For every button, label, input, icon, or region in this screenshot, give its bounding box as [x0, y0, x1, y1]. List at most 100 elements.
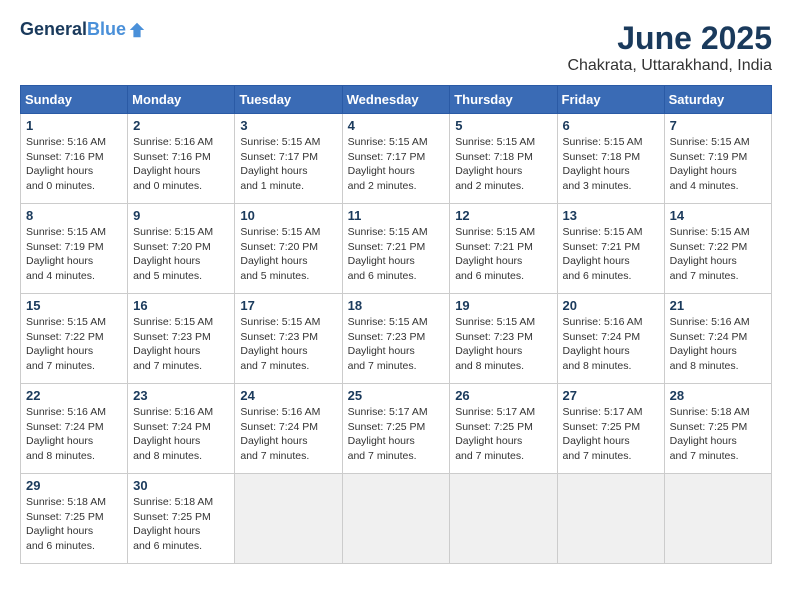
day-info: Sunrise: 5:17 AMSunset: 7:25 PMDaylight …: [348, 405, 445, 464]
calendar-day: 27 Sunrise: 5:17 AMSunset: 7:25 PMDayligh…: [557, 384, 664, 474]
day-number: 23: [133, 388, 229, 403]
calendar-day: 12 Sunrise: 5:15 AMSunset: 7:21 PMDayligh…: [450, 204, 557, 294]
day-number: 13: [563, 208, 659, 223]
calendar-day: 6Sunrise: 5:15 AMSunset: 7:18 PMDaylight…: [557, 114, 664, 204]
calendar-week-5: 29 Sunrise: 5:18 AMSunset: 7:25 PMDayligh…: [21, 474, 772, 564]
logo-text: GeneralBlue: [20, 20, 126, 40]
weekday-header-thursday: Thursday: [450, 86, 557, 114]
location-title: Chakrata, Uttarakhand, India: [567, 57, 772, 75]
day-number: 28: [670, 388, 766, 403]
calendar-day: 16Sunrise: 5:15 AMSunset: 7:23 PMDayligh…: [128, 294, 235, 384]
page-header: GeneralBlue June 2025 Chakrata, Uttarakh…: [20, 20, 772, 75]
day-info: Sunrise: 5:15 AMSunset: 7:21 PMDaylight …: [348, 225, 445, 284]
day-info: Sunrise: 5:16 AMSunset: 7:24 PMDaylight …: [563, 315, 659, 374]
calendar-day: 4 Sunrise: 5:15 AMSunset: 7:17 PMDaylight…: [342, 114, 450, 204]
month-title: June 2025: [567, 20, 772, 57]
calendar-day: 10Sunrise: 5:15 AMSunset: 7:20 PMDayligh…: [235, 204, 342, 294]
day-number: 24: [240, 388, 336, 403]
calendar-day: 15 Sunrise: 5:15 AMSunset: 7:22 PMDayligh…: [21, 294, 128, 384]
day-info: Sunrise: 5:15 AMSunset: 7:23 PMDaylight …: [240, 315, 336, 374]
day-number: 25: [348, 388, 445, 403]
calendar-table: SundayMondayTuesdayWednesdayThursdayFrid…: [20, 85, 772, 564]
calendar-day: 21 Sunrise: 5:16 AMSunset: 7:24 PMDayligh…: [664, 294, 771, 384]
day-number: 3: [240, 118, 336, 133]
day-number: 26: [455, 388, 551, 403]
calendar-day: [450, 474, 557, 564]
day-info: Sunrise: 5:15 AMSunset: 7:17 PMDaylight …: [348, 135, 445, 194]
title-area: June 2025 Chakrata, Uttarakhand, India: [567, 20, 772, 75]
logo: GeneralBlue: [20, 20, 146, 40]
day-info: Sunrise: 5:18 AMSunset: 7:25 PMDaylight …: [670, 405, 766, 464]
calendar-day: 25 Sunrise: 5:17 AMSunset: 7:25 PMDayligh…: [342, 384, 450, 474]
calendar-day: 11Sunrise: 5:15 AMSunset: 7:21 PMDayligh…: [342, 204, 450, 294]
day-number: 22: [26, 388, 122, 403]
day-number: 8: [26, 208, 122, 223]
calendar-day: 26 Sunrise: 5:17 AMSunset: 7:25 PMDayligh…: [450, 384, 557, 474]
day-number: 10: [240, 208, 336, 223]
day-info: Sunrise: 5:15 AMSunset: 7:23 PMDaylight …: [455, 315, 551, 374]
day-info: Sunrise: 5:15 AMSunset: 7:22 PMDaylight …: [670, 225, 766, 284]
weekday-header-sunday: Sunday: [21, 86, 128, 114]
day-info: Sunrise: 5:16 AMSunset: 7:24 PMDaylight …: [670, 315, 766, 374]
day-info: Sunrise: 5:15 AMSunset: 7:21 PMDaylight …: [563, 225, 659, 284]
day-number: 14: [670, 208, 766, 223]
day-info: Sunrise: 5:16 AMSunset: 7:24 PMDaylight …: [240, 405, 336, 464]
weekday-header-wednesday: Wednesday: [342, 86, 450, 114]
day-info: Sunrise: 5:17 AMSunset: 7:25 PMDaylight …: [563, 405, 659, 464]
day-number: 9: [133, 208, 229, 223]
day-info: Sunrise: 5:15 AMSunset: 7:17 PMDaylight …: [240, 135, 336, 194]
day-number: 16: [133, 298, 229, 313]
day-number: 20: [563, 298, 659, 313]
day-info: Sunrise: 5:15 AMSunset: 7:21 PMDaylight …: [455, 225, 551, 284]
day-number: 12: [455, 208, 551, 223]
calendar-day: [342, 474, 450, 564]
weekday-header-tuesday: Tuesday: [235, 86, 342, 114]
day-info: Sunrise: 5:15 AMSunset: 7:18 PMDaylight …: [455, 135, 551, 194]
day-number: 30: [133, 478, 229, 493]
day-info: Sunrise: 5:15 AMSunset: 7:22 PMDaylight …: [26, 315, 122, 374]
calendar-week-1: 1 Sunrise: 5:16 AMSunset: 7:16 PMDaylight…: [21, 114, 772, 204]
day-info: Sunrise: 5:16 AMSunset: 7:16 PMDaylight …: [26, 135, 122, 194]
calendar-week-3: 15 Sunrise: 5:15 AMSunset: 7:22 PMDayligh…: [21, 294, 772, 384]
calendar-header-row: SundayMondayTuesdayWednesdayThursdayFrid…: [21, 86, 772, 114]
day-info: Sunrise: 5:15 AMSunset: 7:19 PMDaylight …: [670, 135, 766, 194]
calendar-day: 13 Sunrise: 5:15 AMSunset: 7:21 PMDayligh…: [557, 204, 664, 294]
day-number: 17: [240, 298, 336, 313]
day-number: 2: [133, 118, 229, 133]
day-info: Sunrise: 5:18 AMSunset: 7:25 PMDaylight …: [133, 495, 229, 554]
weekday-header-saturday: Saturday: [664, 86, 771, 114]
calendar-day: 18 Sunrise: 5:15 AMSunset: 7:23 PMDayligh…: [342, 294, 450, 384]
day-number: 1: [26, 118, 122, 133]
calendar-day: [557, 474, 664, 564]
day-number: 19: [455, 298, 551, 313]
day-number: 21: [670, 298, 766, 313]
calendar-day: 20 Sunrise: 5:16 AMSunset: 7:24 PMDayligh…: [557, 294, 664, 384]
calendar-week-4: 22 Sunrise: 5:16 AMSunset: 7:24 PMDayligh…: [21, 384, 772, 474]
calendar-day: 9Sunrise: 5:15 AMSunset: 7:20 PMDaylight…: [128, 204, 235, 294]
calendar-day: [664, 474, 771, 564]
day-info: Sunrise: 5:15 AMSunset: 7:19 PMDaylight …: [26, 225, 122, 284]
calendar-day: 3 Sunrise: 5:15 AMSunset: 7:17 PMDaylight…: [235, 114, 342, 204]
day-number: 18: [348, 298, 445, 313]
day-number: 5: [455, 118, 551, 133]
day-number: 4: [348, 118, 445, 133]
day-number: 27: [563, 388, 659, 403]
day-info: Sunrise: 5:16 AMSunset: 7:16 PMDaylight …: [133, 135, 229, 194]
day-number: 6: [563, 118, 659, 133]
calendar-day: 19 Sunrise: 5:15 AMSunset: 7:23 PMDayligh…: [450, 294, 557, 384]
weekday-header-monday: Monday: [128, 86, 235, 114]
calendar-day: 28 Sunrise: 5:18 AMSunset: 7:25 PMDayligh…: [664, 384, 771, 474]
calendar-day: 1 Sunrise: 5:16 AMSunset: 7:16 PMDaylight…: [21, 114, 128, 204]
weekday-header-friday: Friday: [557, 86, 664, 114]
calendar-day: 23 Sunrise: 5:16 AMSunset: 7:24 PMDayligh…: [128, 384, 235, 474]
day-number: 7: [670, 118, 766, 133]
day-info: Sunrise: 5:16 AMSunset: 7:24 PMDaylight …: [133, 405, 229, 464]
calendar-day: 17 Sunrise: 5:15 AMSunset: 7:23 PMDayligh…: [235, 294, 342, 384]
day-number: 15: [26, 298, 122, 313]
day-info: Sunrise: 5:17 AMSunset: 7:25 PMDaylight …: [455, 405, 551, 464]
calendar-day: 5 Sunrise: 5:15 AMSunset: 7:18 PMDaylight…: [450, 114, 557, 204]
calendar-day: 14 Sunrise: 5:15 AMSunset: 7:22 PMDayligh…: [664, 204, 771, 294]
day-info: Sunrise: 5:15 AMSunset: 7:23 PMDaylight …: [348, 315, 445, 374]
calendar-day: [235, 474, 342, 564]
day-number: 29: [26, 478, 122, 493]
